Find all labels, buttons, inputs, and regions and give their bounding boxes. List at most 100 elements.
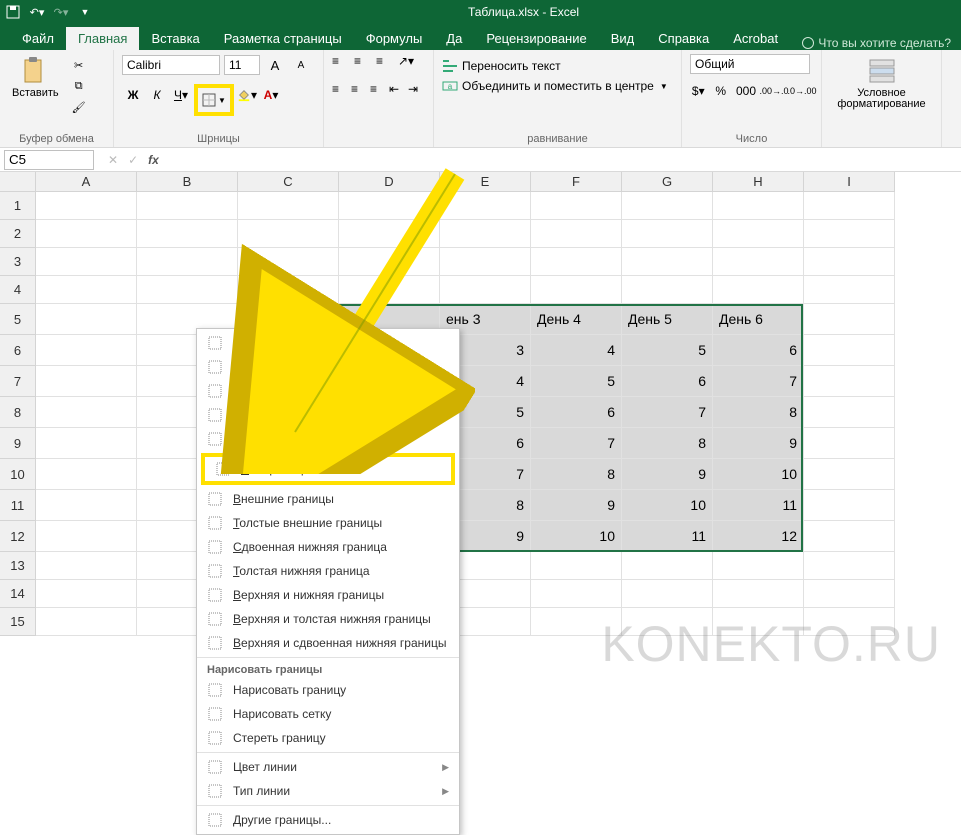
row-header-14[interactable]: 14 [0, 580, 36, 608]
align-bottom-button[interactable]: ≡ [376, 54, 396, 72]
row-header-11[interactable]: 11 [0, 490, 36, 521]
border-menu-top-dbl-bottom[interactable]: Верхняя и сдвоенная нижняя границы [197, 631, 459, 655]
cell-D1[interactable] [339, 192, 440, 220]
bold-button[interactable]: Ж [122, 84, 144, 106]
dec-decimal-button[interactable]: .0→.00 [791, 80, 813, 102]
cell-F7[interactable]: 5 [531, 366, 622, 397]
cell-E3[interactable] [440, 248, 531, 276]
name-box[interactable] [4, 150, 94, 170]
tell-me-search[interactable]: Что вы хотите сделать? [802, 36, 951, 50]
cell-F13[interactable] [531, 552, 622, 580]
col-header-B[interactable]: B [137, 172, 238, 192]
cell-I12[interactable] [804, 521, 895, 552]
italic-button[interactable]: К [146, 84, 168, 106]
cell-H7[interactable]: 7 [713, 366, 804, 397]
cell-H9[interactable]: 9 [713, 428, 804, 459]
cell-B2[interactable] [137, 220, 238, 248]
underline-button[interactable]: Ч▾ [170, 84, 192, 106]
qat-more-icon[interactable]: ▼ [78, 5, 92, 19]
tab-data[interactable]: Да [434, 27, 474, 50]
redo-icon[interactable]: ↷▾ [54, 5, 68, 19]
cell-F2[interactable] [531, 220, 622, 248]
row-header-9[interactable]: 9 [0, 428, 36, 459]
cell-B4[interactable] [137, 276, 238, 304]
cell-I5[interactable] [804, 304, 895, 335]
cell-I13[interactable] [804, 552, 895, 580]
cell-B3[interactable] [137, 248, 238, 276]
cell-F4[interactable] [531, 276, 622, 304]
cell-G1[interactable] [622, 192, 713, 220]
cell-G2[interactable] [622, 220, 713, 248]
cell-H8[interactable]: 8 [713, 397, 804, 428]
cell-I11[interactable] [804, 490, 895, 521]
cell-I10[interactable] [804, 459, 895, 490]
cell-A1[interactable] [36, 192, 137, 220]
cell-F10[interactable]: 8 [531, 459, 622, 490]
col-header-E[interactable]: E [440, 172, 531, 192]
cell-G3[interactable] [622, 248, 713, 276]
row-header-3[interactable]: 3 [0, 248, 36, 276]
tab-formulas[interactable]: Формулы [354, 27, 435, 50]
tab-layout[interactable]: Разметка страницы [212, 27, 354, 50]
row-header-12[interactable]: 12 [0, 521, 36, 552]
format-painter-button[interactable]: 🖌 [69, 98, 89, 116]
cell-I4[interactable] [804, 276, 895, 304]
cell-H11[interactable]: 11 [713, 490, 804, 521]
cell-F1[interactable] [531, 192, 622, 220]
cell-G11[interactable]: 10 [622, 490, 713, 521]
cell-G5[interactable]: День 5 [622, 304, 713, 335]
border-menu-outside[interactable]: Внешние границы [197, 487, 459, 511]
cell-F6[interactable]: 4 [531, 335, 622, 366]
orientation-button[interactable]: ↗▾ [398, 54, 418, 72]
cell-E2[interactable] [440, 220, 531, 248]
font-color-button[interactable]: A▾ [260, 84, 282, 106]
tab-help[interactable]: Справка [646, 27, 721, 50]
border-menu-left[interactable]: Левая граница [197, 379, 459, 403]
border-menu-top-bottom[interactable]: Верхняя и нижняя границы [197, 583, 459, 607]
cell-A14[interactable] [36, 580, 137, 608]
cell-G8[interactable]: 7 [622, 397, 713, 428]
cut-button[interactable]: ✂ [69, 56, 89, 74]
align-top-button[interactable]: ≡ [332, 54, 352, 72]
borders-button[interactable]: ▼ [199, 89, 229, 111]
percent-button[interactable]: % [713, 80, 730, 102]
font-name-select[interactable] [122, 55, 220, 75]
row-header-15[interactable]: 15 [0, 608, 36, 636]
cell-F8[interactable]: 6 [531, 397, 622, 428]
cell-I6[interactable] [804, 335, 895, 366]
cell-I3[interactable] [804, 248, 895, 276]
align-left-button[interactable]: ≡ [332, 82, 349, 100]
inc-decimal-button[interactable]: .00→.0 [763, 80, 785, 102]
cell-A2[interactable] [36, 220, 137, 248]
cell-G12[interactable]: 11 [622, 521, 713, 552]
cell-G9[interactable]: 8 [622, 428, 713, 459]
cell-A5[interactable] [36, 304, 137, 335]
cell-F11[interactable]: 9 [531, 490, 622, 521]
cell-A3[interactable] [36, 248, 137, 276]
cell-G6[interactable]: 5 [622, 335, 713, 366]
border-menu-thick[interactable]: Толстые внешние границы [197, 511, 459, 535]
align-middle-button[interactable]: ≡ [354, 54, 374, 72]
fill-color-button[interactable]: ▾ [236, 84, 258, 106]
tab-acrobat[interactable]: Acrobat [721, 27, 790, 50]
cell-I1[interactable] [804, 192, 895, 220]
cell-G10[interactable]: 9 [622, 459, 713, 490]
save-icon[interactable] [6, 5, 20, 19]
cell-D2[interactable] [339, 220, 440, 248]
col-header-G[interactable]: G [622, 172, 713, 192]
cell-B1[interactable] [137, 192, 238, 220]
align-right-button[interactable]: ≡ [370, 82, 387, 100]
undo-icon[interactable]: ↶▾ [30, 5, 44, 19]
align-center-button[interactable]: ≡ [351, 82, 368, 100]
row-header-13[interactable]: 13 [0, 552, 36, 580]
border-menu-draw-grid[interactable]: Нарисовать сетку [197, 702, 459, 726]
number-format-select[interactable] [690, 54, 810, 74]
row-header-8[interactable]: 8 [0, 397, 36, 428]
cell-H10[interactable]: 10 [713, 459, 804, 490]
border-menu-dbl-bottom[interactable]: Сдвоенная нижняя граница [197, 535, 459, 559]
cell-A10[interactable] [36, 459, 137, 490]
cell-C1[interactable] [238, 192, 339, 220]
merge-center-button[interactable]: a Объединить и поместить в центре ▼ [442, 78, 673, 94]
cell-A13[interactable] [36, 552, 137, 580]
cell-F3[interactable] [531, 248, 622, 276]
